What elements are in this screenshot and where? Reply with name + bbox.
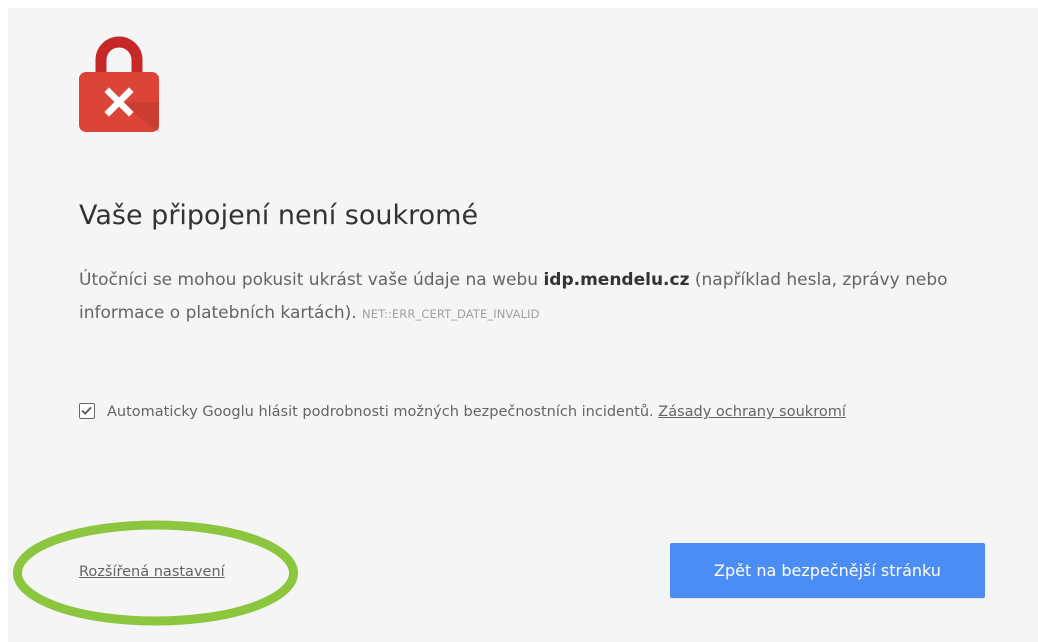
message-text: Útočníci se mohou pokusit ukrást vaše úd…: [79, 270, 544, 290]
report-label: Automaticky Googlu hlásit podrobnosti mo…: [107, 404, 659, 420]
report-checkbox[interactable]: [79, 403, 95, 419]
error-description: Útočníci se mohou pokusit ukrást vaše úd…: [79, 264, 984, 331]
page-title: Vaše připojení není soukromé: [79, 200, 479, 231]
checkmark-icon: [81, 406, 92, 415]
back-to-safety-button[interactable]: Zpět na bezpečnější stránku: [670, 543, 985, 598]
host-name: idp.mendelu.cz: [543, 270, 690, 290]
lock-error-icon: [79, 36, 159, 132]
advanced-settings-link[interactable]: Rozšířená nastavení: [79, 560, 225, 584]
privacy-policy-link[interactable]: Zásady ochrany soukromí: [658, 404, 846, 420]
error-code[interactable]: NET::ERR_CERT_DATE_INVALID: [362, 307, 540, 321]
report-option: Automaticky Googlu hlásit podrobnosti mo…: [79, 395, 979, 429]
